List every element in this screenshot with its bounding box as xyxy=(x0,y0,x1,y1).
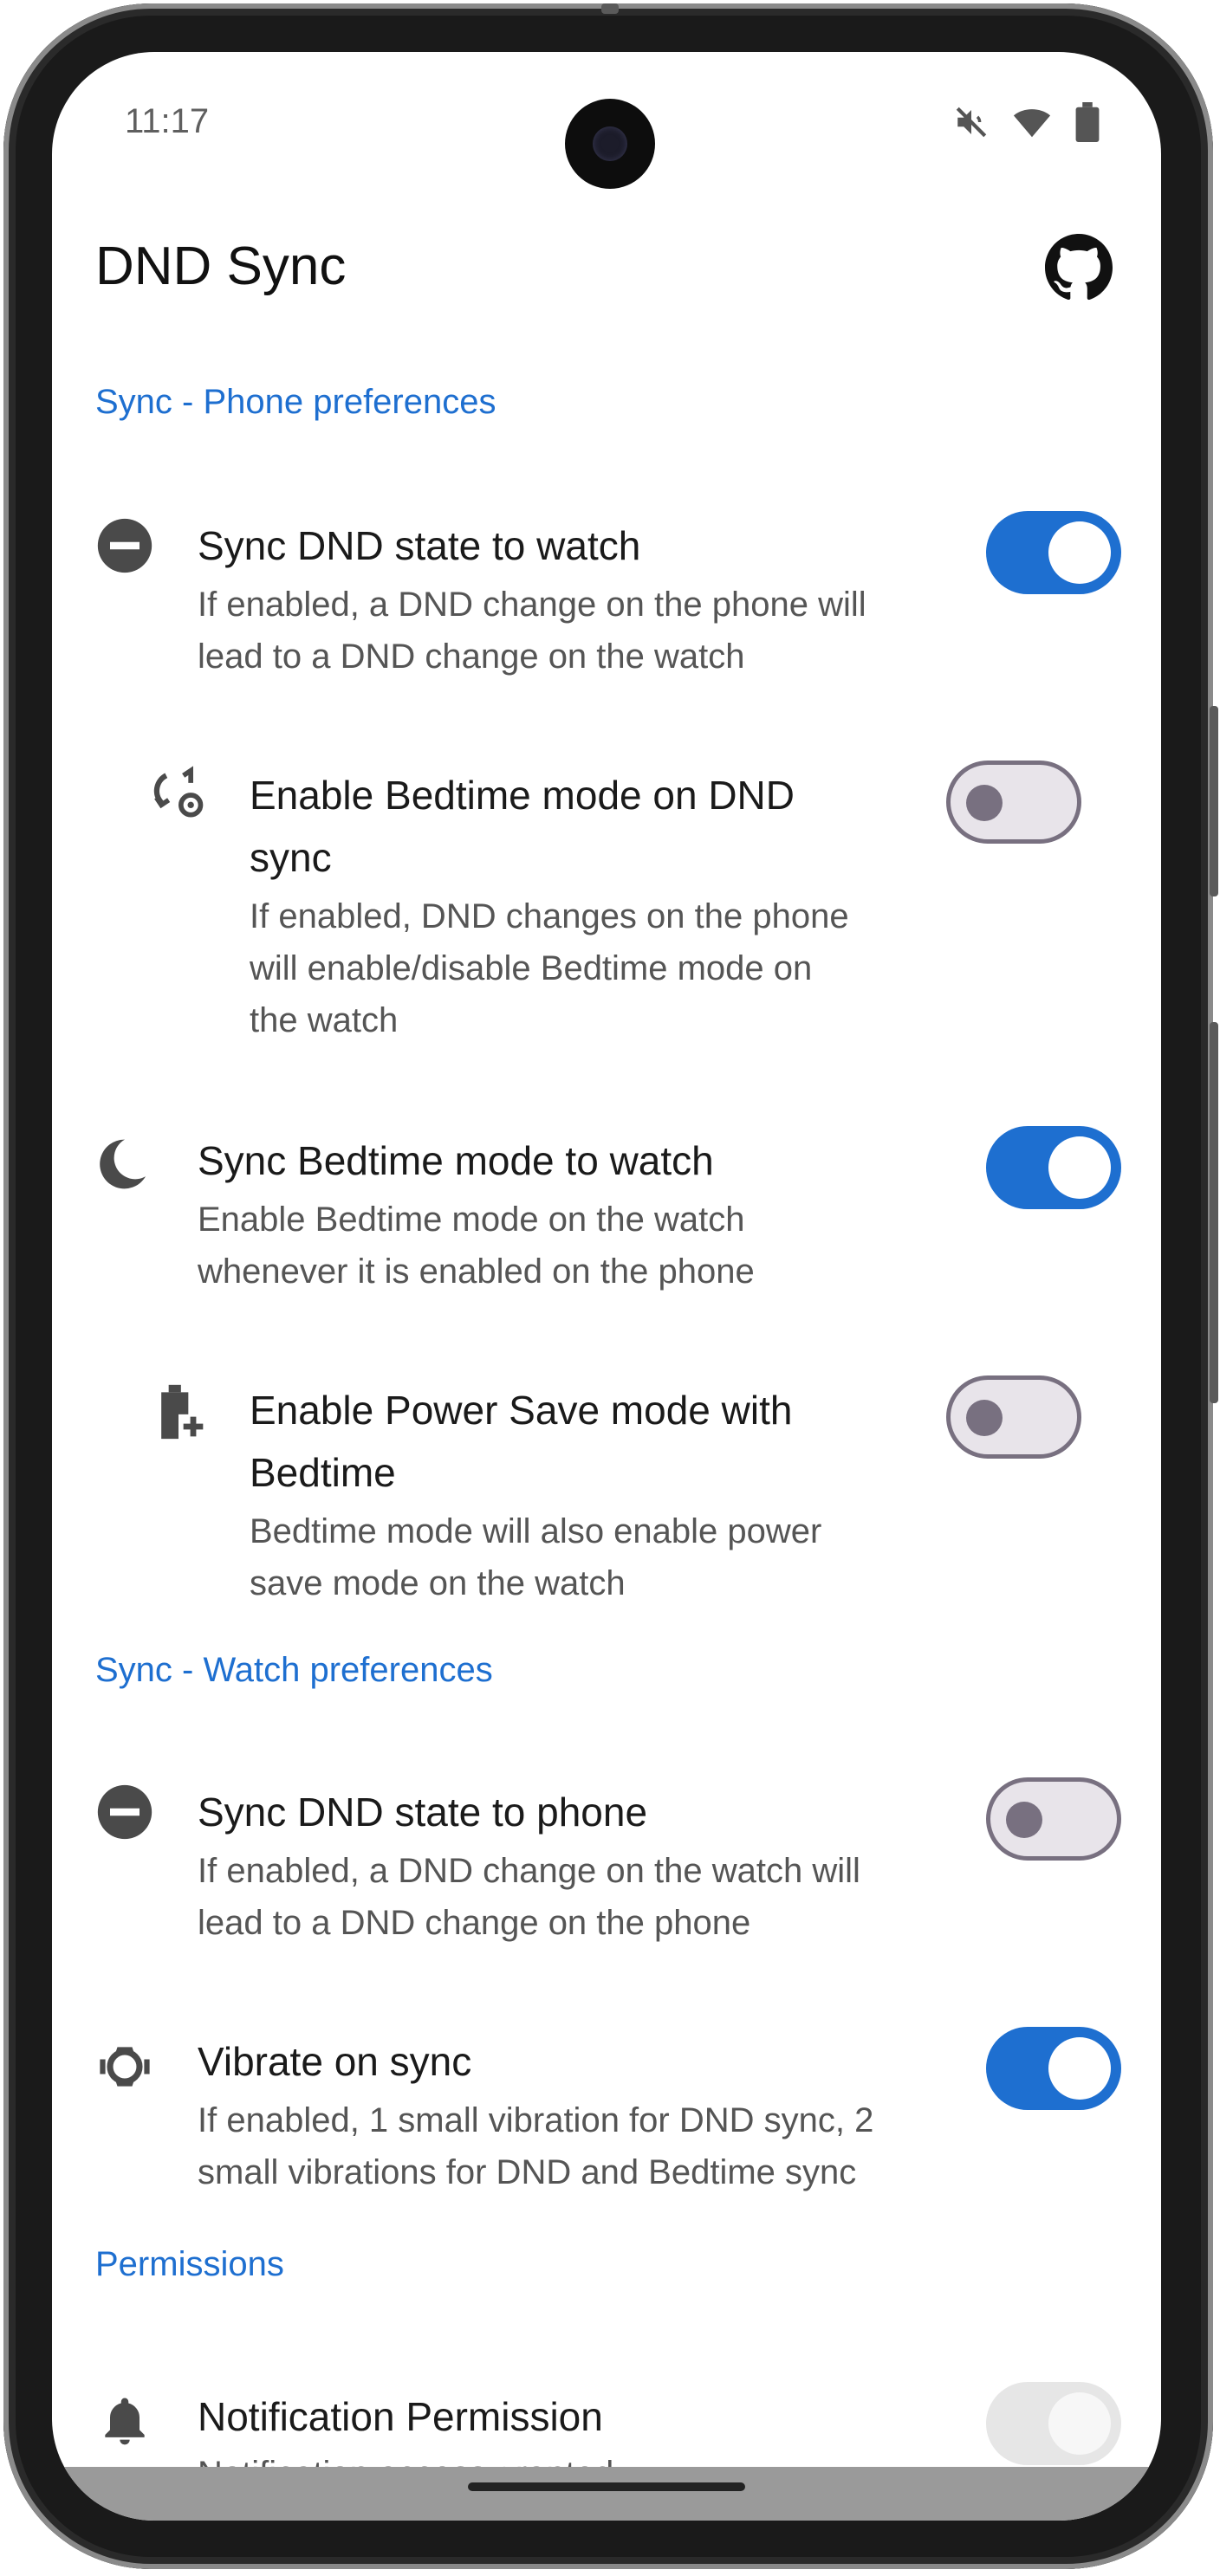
toggle-sync-dnd-to-phone[interactable] xyxy=(986,1777,1121,1861)
toggle-knob xyxy=(1048,1136,1111,1199)
moon-icon xyxy=(100,1139,146,1189)
row-title: Sync DND state to phone xyxy=(198,1790,648,1835)
status-bar: 11:17 xyxy=(52,52,1161,189)
toggle-knob xyxy=(1048,2392,1111,2455)
toggle-bedtime-on-dnd-sync[interactable] xyxy=(946,761,1081,844)
bell-icon xyxy=(105,2398,145,2445)
row-title: Sync Bedtime mode to watch xyxy=(198,1138,714,1183)
row-subtitle-line2: whenever it is enabled on the phone xyxy=(198,1252,755,1291)
status-icons xyxy=(953,102,1100,142)
toggle-knob xyxy=(1048,521,1111,584)
section-watch-preferences: Sync - Watch preferences xyxy=(95,1651,493,1689)
device-frame: 11:17 DND Sync Sync - Phone preferences … xyxy=(0,0,1220,2576)
row-subtitle-line2: save mode on the watch xyxy=(250,1564,626,1602)
row-subtitle-line1: If enabled, DND changes on the phone xyxy=(250,897,849,935)
wifi-icon xyxy=(1013,109,1051,138)
row-title: Notification Permission xyxy=(198,2394,603,2439)
row-title-line1: Enable Power Save mode with xyxy=(250,1388,793,1433)
home-handle[interactable] xyxy=(468,2482,745,2491)
row-title: Sync DND state to watch xyxy=(198,523,641,568)
row-subtitle-line1: If enabled, a DND change on the watch wi… xyxy=(198,1852,860,1890)
row-subtitle-line1: If enabled, a DND change on the phone wi… xyxy=(198,586,866,624)
toggle-knob xyxy=(1006,1802,1042,1838)
watch-vibrate-icon xyxy=(100,2047,150,2087)
minus-circle-icon xyxy=(97,518,152,573)
row-title: Vibrate on sync xyxy=(198,2039,472,2084)
toggle-knob xyxy=(1048,2037,1111,2100)
power-button xyxy=(1210,706,1218,896)
app-title: DND Sync xyxy=(95,236,347,296)
toggle-notification-permission[interactable] xyxy=(986,2382,1121,2465)
toggle-power-save-with-bedtime[interactable] xyxy=(946,1375,1081,1459)
github-icon[interactable] xyxy=(1045,234,1113,301)
toggle-vibrate-on-sync[interactable] xyxy=(986,2027,1121,2110)
battery-icon xyxy=(1075,102,1100,142)
screen: 11:17 DND Sync Sync - Phone preferences … xyxy=(52,52,1161,2521)
battery-plus-icon xyxy=(161,1384,204,1440)
row-subtitle-line3: the watch xyxy=(250,1001,399,1039)
sync-settings-icon xyxy=(153,766,204,818)
front-camera xyxy=(565,99,655,189)
section-phone-preferences: Sync - Phone preferences xyxy=(95,383,496,421)
toggle-sync-bedtime-to-watch[interactable] xyxy=(986,1126,1121,1209)
row-title-line1: Enable Bedtime mode on DND xyxy=(250,773,795,818)
row-subtitle-line2: lead to a DND change on the watch xyxy=(198,638,745,676)
row-subtitle-line2: will enable/disable Bedtime mode on xyxy=(250,949,813,987)
top-notch-marker xyxy=(601,3,619,14)
section-permissions: Permissions xyxy=(95,2245,284,2283)
row-subtitle-line1: If enabled, 1 small vibration for DND sy… xyxy=(198,2101,874,2139)
row-subtitle-line2: lead to a DND change on the phone xyxy=(198,1904,751,1942)
status-time: 11:17 xyxy=(125,102,210,140)
toggle-sync-dnd-to-watch[interactable] xyxy=(986,511,1121,594)
row-title-line2: sync xyxy=(250,835,332,880)
minus-circle-icon xyxy=(97,1784,152,1840)
toggle-knob xyxy=(966,785,1003,821)
navigation-bar xyxy=(52,2467,1161,2521)
row-subtitle-line1: Bedtime mode will also enable power xyxy=(250,1512,822,1550)
volume-button xyxy=(1210,1022,1218,1403)
toggle-knob xyxy=(966,1400,1003,1436)
row-subtitle-line2: small vibrations for DND and Bedtime syn… xyxy=(198,2153,857,2191)
row-subtitle-line1: Enable Bedtime mode on the watch xyxy=(198,1201,745,1239)
mute-icon xyxy=(956,107,987,138)
row-title-line2: Bedtime xyxy=(250,1450,396,1495)
